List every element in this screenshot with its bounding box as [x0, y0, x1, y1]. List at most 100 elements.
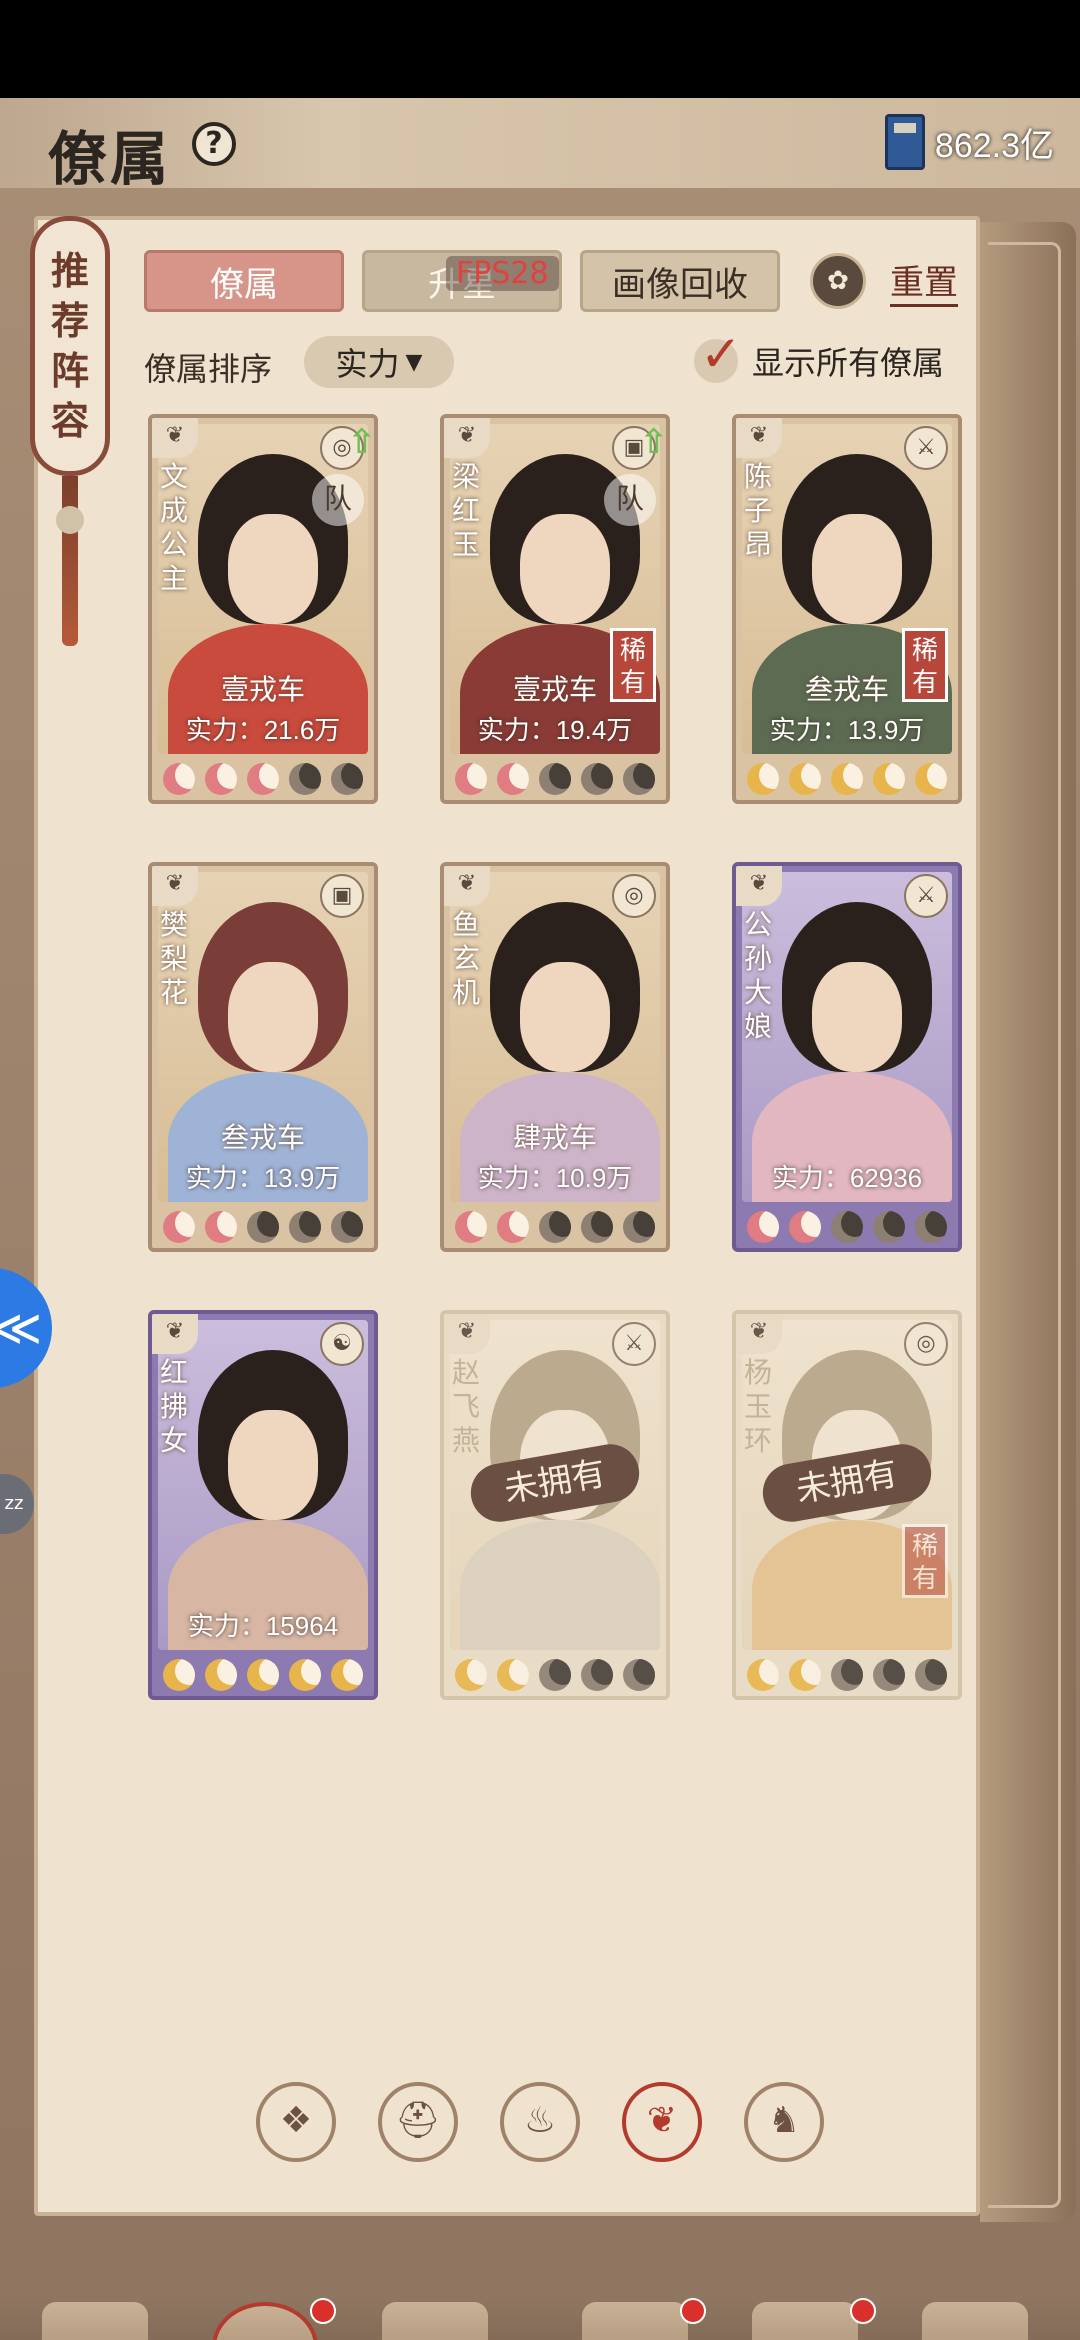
moon-star-icon [747, 763, 779, 795]
show-all-toggle[interactable]: 显示所有僚属 [694, 325, 945, 384]
moon-star-icon [789, 1211, 821, 1243]
hero-name: 樊梨花 [160, 908, 189, 1009]
moon-star-empty-icon [581, 763, 613, 795]
moon-star-empty-icon [831, 1659, 863, 1691]
moon-star-icon [915, 763, 947, 795]
hero-card[interactable]: ❦ ⚔ 稀有 陈子昂 叁戎车 实力：13.9万 [732, 414, 962, 804]
currency-value: 862.3亿 [934, 126, 1054, 165]
nav-affairs[interactable]: 政务 [360, 2294, 510, 2340]
scrolls-icon [212, 2302, 318, 2340]
hero-card-locked[interactable]: ❦ ⚔ 赵飞燕 未拥有 [440, 1310, 670, 1700]
hero-name: 红拂女 [160, 1356, 189, 1457]
moon-star-empty-icon [539, 1211, 571, 1243]
documents-icon [382, 2302, 488, 2340]
notification-dot [310, 2298, 336, 2324]
caret-down-icon: ▼ [405, 349, 423, 375]
tab-portrait-recycle[interactable]: 画像回收 [580, 250, 780, 312]
moon-star-icon [497, 763, 529, 795]
hero-card[interactable]: ❦ ◎ ⇧ 队 文成公主 壹戎车 实力：21.6万 [148, 414, 378, 804]
status-bar [0, 0, 1080, 98]
moon-star-empty-icon [289, 1211, 321, 1243]
moon-star-icon [497, 1211, 529, 1243]
hero-power: 实力：19.4万 [477, 715, 633, 745]
moon-star-icon [331, 1659, 363, 1691]
moon-star-empty-icon [331, 763, 363, 795]
header: 僚属 ? 862.3亿 [0, 98, 1080, 193]
show-all-label: 显示所有僚属 [752, 344, 945, 382]
moon-star-empty-icon [581, 1211, 613, 1243]
class-icon: ◎ [904, 1322, 948, 1366]
hero-name: 赵飞燕 [452, 1356, 481, 1457]
star-rating [158, 1208, 368, 1246]
fan-icon: ❦ [152, 1314, 198, 1354]
class-icon: ⚔ [612, 1322, 656, 1366]
nav-prefecture[interactable]: 州 [560, 2294, 710, 2340]
page-title: 僚属 [48, 125, 173, 193]
yin-yang-icon: ☯ [320, 1322, 364, 1366]
nav-nine-states[interactable]: 九州 [900, 2294, 1050, 2340]
county-building-icon [42, 2302, 148, 2340]
sort-value: 实力 [335, 345, 400, 383]
hero-rank: 壹戎车 [220, 673, 305, 706]
moon-star-empty-icon [915, 1659, 947, 1691]
hero-card-locked[interactable]: ❦ ◎ 稀有 杨玉环 未拥有 [732, 1310, 962, 1700]
hero-card[interactable]: ❦ ▣ 樊梨花 叁戎车 实力：13.9万 [148, 862, 378, 1252]
hero-card[interactable]: ❦ ☯ 红拂女 实力：15964 [148, 1310, 378, 1700]
class-icon: ⚔ [904, 426, 948, 470]
fan-icon: ❦ [444, 418, 490, 458]
moon-star-empty-icon [873, 1659, 905, 1691]
fps-overlay: FPS28 [446, 256, 559, 291]
moon-star-icon [247, 763, 279, 795]
notification-dot [850, 2298, 876, 2324]
star-rating [450, 760, 660, 798]
star-rating [158, 1656, 368, 1694]
nav-suburbs[interactable]: 城郊 [730, 2294, 880, 2340]
moon-star-empty-icon [623, 1211, 655, 1243]
team-badge: 队 [604, 474, 656, 526]
hero-rank: 叁戎车 [220, 1121, 305, 1154]
hero-name: 文成公主 [160, 460, 189, 595]
checkbox-checked-icon[interactable] [694, 325, 742, 383]
hero-power: 实力：13.9万 [185, 1163, 341, 1193]
star-rating [450, 1208, 660, 1246]
moon-star-empty-icon [831, 1211, 863, 1243]
fan-icon: ❦ [444, 866, 490, 906]
tab-subordinates[interactable]: 僚属 [144, 250, 344, 312]
hero-card[interactable]: ❦ ▣ ⇧ 队 稀有 梁红玉 壹戎车 实力：19.4万 [440, 414, 670, 804]
class-icon: ⚔ [904, 874, 948, 918]
moon-star-icon [747, 1659, 779, 1691]
moon-star-icon [789, 1659, 821, 1691]
moon-star-empty-icon [539, 1659, 571, 1691]
moon-star-icon [205, 1659, 237, 1691]
recommend-lineup-button[interactable]: 推 荐 阵 容 [30, 216, 110, 476]
floating-small-badge[interactable]: zz [0, 1474, 34, 1534]
help-icon[interactable]: ? [192, 122, 236, 166]
category-filter-bar: ❖ ⛑ ♨ ❦ ♞ [256, 2082, 856, 2172]
hero-rank: 叁戎车 [804, 673, 889, 706]
filter-all-icon[interactable]: ❖ [256, 2082, 336, 2162]
moon-star-icon [455, 763, 487, 795]
hero-card[interactable]: ❦ ◎ 鱼玄机 肆戎车 实力：10.9万 [440, 862, 670, 1252]
moon-star-empty-icon [331, 1211, 363, 1243]
filter-helmet-icon[interactable]: ⛑ [378, 2082, 458, 2162]
team-badge: 队 [312, 474, 364, 526]
hero-rank: 壹戎车 [512, 673, 597, 706]
recommend-char: 推 [50, 248, 89, 293]
fan-icon: ❦ [152, 866, 198, 906]
moon-star-empty-icon [623, 763, 655, 795]
sort-dropdown[interactable]: 实力 ▼ [304, 336, 454, 388]
filter-gourd-icon[interactable]: ♨ [500, 2082, 580, 2162]
nav-county[interactable]: 县邑 [20, 2294, 170, 2340]
village-icon [752, 2302, 858, 2340]
filter-beast-icon[interactable]: ♞ [744, 2082, 824, 2162]
nav-subordinates[interactable]: 僚属 [190, 2294, 340, 2340]
hero-rank: 肆戎车 [512, 1121, 597, 1154]
hero-card[interactable]: ❦ ⚔ 公孙大娘 实力：62936 [732, 862, 962, 1252]
moon-star-empty-icon [873, 1211, 905, 1243]
upgrade-arrow-icon: ⇧ [347, 422, 376, 462]
filter-fan-icon[interactable]: ❦ [622, 2082, 702, 2162]
notification-dot [680, 2298, 706, 2324]
palace-icon [582, 2302, 688, 2340]
reset-button[interactable]: ✿ 重置 [810, 248, 958, 314]
moon-star-icon [247, 1659, 279, 1691]
